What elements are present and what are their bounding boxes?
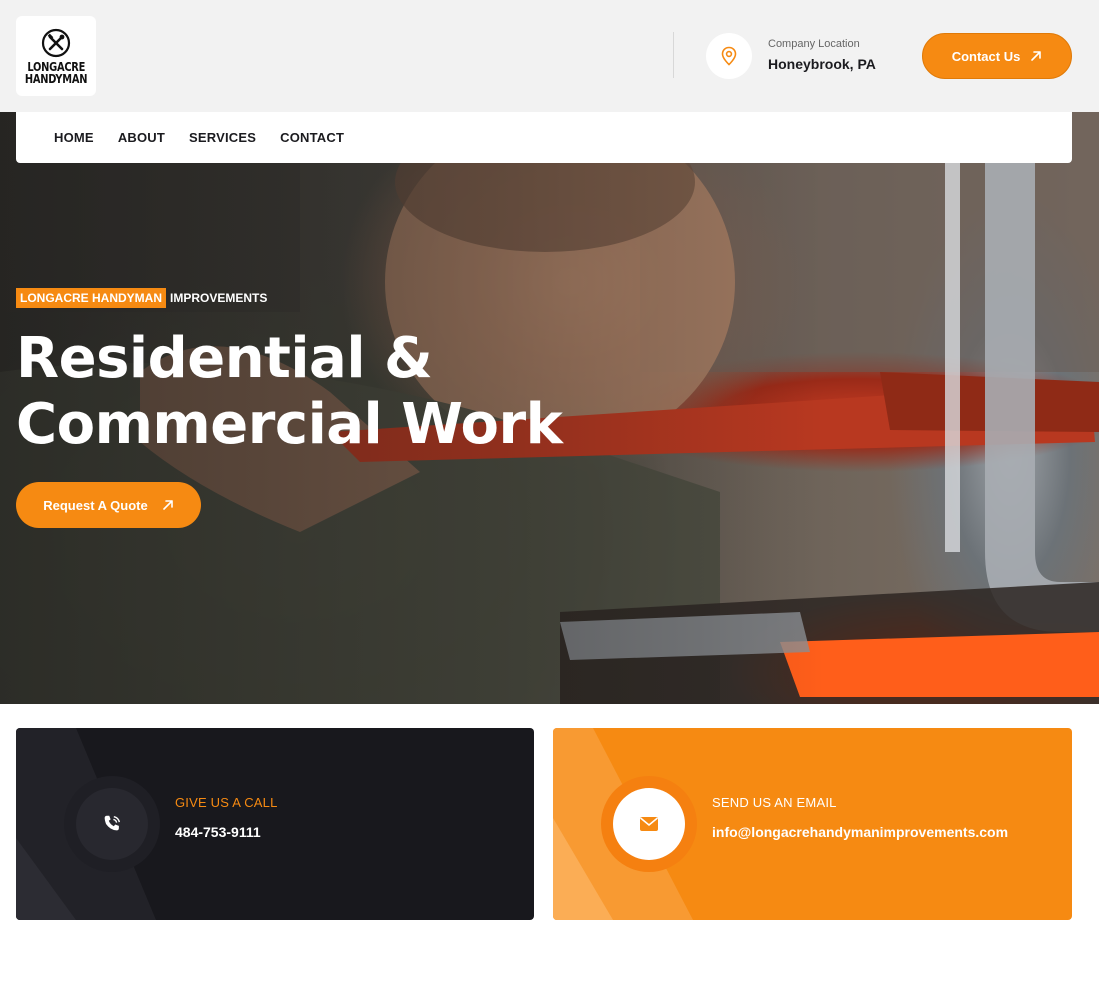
arrow-up-right-icon: [1031, 51, 1042, 61]
main-nav: HOME ABOUT SERVICES CONTACT: [16, 112, 1072, 163]
header-divider: [673, 32, 674, 78]
location-value: Honeybrook, PA: [768, 56, 876, 72]
location-label: Company Location: [768, 38, 860, 50]
map-pin-icon: [721, 46, 737, 66]
email-address[interactable]: info@longacrehandymanimprovements.com: [712, 824, 1008, 840]
hero-tagline: LONGACRE HANDYMAN IMPROVEMENTS: [16, 288, 267, 308]
call-label: GIVE US A CALL: [175, 795, 278, 810]
request-quote-label: Request A Quote: [43, 497, 148, 513]
phone-number[interactable]: 484-753-9111: [175, 824, 261, 840]
email-label: SEND US AN EMAIL: [712, 795, 837, 810]
headline-line2: Commercial Work: [16, 392, 563, 457]
hero-headline: Residential & Commercial Work: [16, 326, 563, 458]
tools-logo-icon: [41, 28, 71, 57]
phone-icon: [104, 815, 121, 831]
contact-us-label: Contact Us: [951, 48, 1021, 64]
nav-item-services[interactable]: SERVICES: [189, 130, 256, 145]
request-quote-button[interactable]: Request A Quote: [16, 482, 201, 528]
tagline-highlight: LONGACRE HANDYMAN: [16, 288, 166, 308]
logo-text-line2: HANDYMAN: [24, 71, 88, 86]
arrow-up-right-icon: [162, 500, 173, 510]
logo[interactable]: LONGACRE HANDYMAN: [16, 16, 96, 96]
envelope-icon: [639, 817, 659, 831]
nav-item-home[interactable]: HOME: [54, 130, 94, 145]
top-header: LONGACRE HANDYMAN Company Location Honey…: [0, 0, 1099, 112]
email-icon-ring: [601, 776, 697, 872]
headline-line1: Residential &: [16, 326, 433, 391]
nav-item-about[interactable]: ABOUT: [118, 130, 165, 145]
email-card[interactable]: SEND US AN EMAIL info@longacrehandymanim…: [553, 728, 1072, 920]
tagline-rest: IMPROVEMENTS: [170, 291, 268, 305]
phone-icon-ring: [64, 776, 160, 872]
nav-item-contact[interactable]: CONTACT: [280, 130, 344, 145]
location-icon-badge: [706, 33, 752, 79]
contact-us-button[interactable]: Contact Us: [922, 33, 1072, 79]
call-card[interactable]: GIVE US A CALL 484-753-9111: [16, 728, 534, 920]
